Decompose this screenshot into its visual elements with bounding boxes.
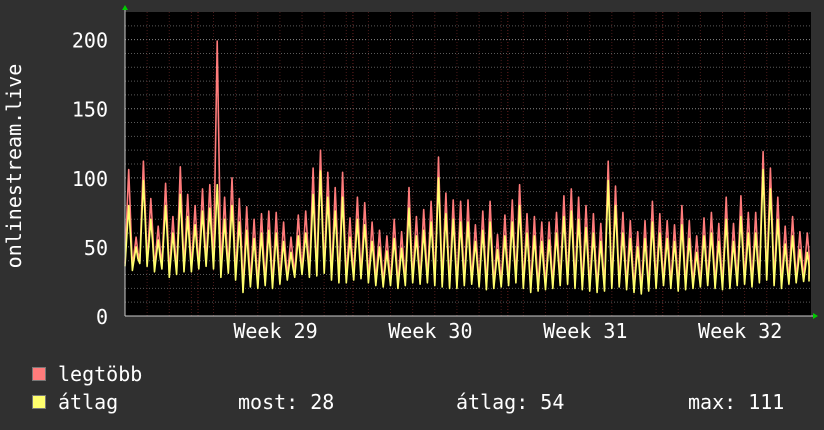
legend-swatch-avg bbox=[32, 395, 46, 409]
y-axis-arrow bbox=[122, 5, 128, 10]
legend-item-avg: átlag bbox=[32, 390, 118, 414]
stat-max: max: 111 bbox=[688, 390, 785, 414]
x-tick-label: Week 32 bbox=[698, 319, 782, 343]
stat-avg: átlag: 54 bbox=[456, 390, 565, 414]
y-tick-label: 50 bbox=[84, 236, 108, 260]
legend-label-max: legtöbb bbox=[58, 362, 143, 386]
y-tick-label: 200 bbox=[72, 29, 108, 53]
x-tick-label: Week 31 bbox=[543, 319, 627, 343]
legend-label-avg: átlag bbox=[58, 390, 119, 414]
y-tick-label: 0 bbox=[96, 305, 108, 329]
x-axis-arrow bbox=[813, 313, 818, 319]
y-tick-label: 150 bbox=[72, 98, 108, 122]
stat-now: most: 28 bbox=[238, 390, 335, 414]
y-axis-label: onlinestream.live bbox=[2, 63, 26, 269]
x-tick-label: Week 30 bbox=[388, 319, 472, 343]
y-tick-label: 100 bbox=[72, 167, 108, 191]
x-tick-label: Week 29 bbox=[233, 319, 317, 343]
legend-swatch-max bbox=[32, 367, 46, 381]
legend-item-max: legtöbb bbox=[32, 362, 142, 386]
